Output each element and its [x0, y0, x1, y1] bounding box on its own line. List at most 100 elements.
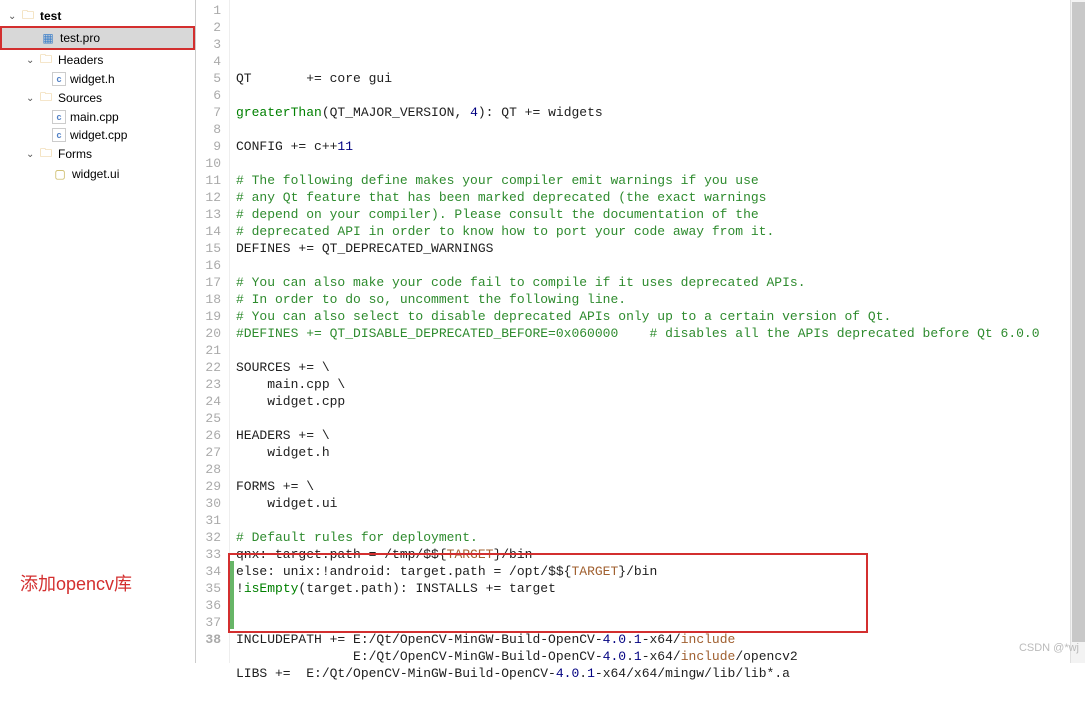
line-number: 33	[196, 546, 221, 563]
tree-file-main-cpp[interactable]: c main.cpp	[0, 108, 195, 126]
code-line[interactable]: FORMS += \	[236, 478, 1085, 495]
line-number: 27	[196, 444, 221, 461]
code-line[interactable]: SOURCES += \	[236, 359, 1085, 376]
code-line[interactable]: E:/Qt/OpenCV-MinGW-Build-OpenCV-4.0.1-x6…	[236, 648, 1085, 665]
code-line[interactable]: DEFINES += QT_DEPRECATED_WARNINGS	[236, 240, 1085, 257]
project-tree: ⌄ 🗀 test ▦ test.pro ⌄ 🗀 Headers c widget…	[0, 0, 196, 663]
code-line[interactable]	[236, 512, 1085, 529]
chevron-down-icon: ⌄	[26, 149, 38, 160]
line-number: 16	[196, 257, 221, 274]
code-line[interactable]: widget.h	[236, 444, 1085, 461]
code-line[interactable]: LIBS += E:/Qt/OpenCV-MinGW-Build-OpenCV-…	[236, 665, 1085, 682]
line-number: 5	[196, 70, 221, 87]
line-number: 4	[196, 53, 221, 70]
code-line[interactable]: # deprecated API in order to know how to…	[236, 223, 1085, 240]
tree-file-widget-ui[interactable]: ▢ widget.ui	[0, 164, 195, 184]
code-line[interactable]	[236, 682, 1085, 699]
tree-label: widget.ui	[72, 167, 119, 181]
code-line[interactable]	[236, 410, 1085, 427]
code-line[interactable]: else: unix:!android: target.path = /opt/…	[236, 563, 1085, 580]
watermark: CSDN @*wj	[1019, 640, 1079, 657]
tree-label: widget.cpp	[70, 128, 127, 142]
line-number: 32	[196, 529, 221, 546]
line-number: 12	[196, 189, 221, 206]
line-number: 22	[196, 359, 221, 376]
line-number: 25	[196, 410, 221, 427]
line-number: 18	[196, 291, 221, 308]
folder-icon: 🗀	[38, 52, 54, 68]
code-line[interactable]: # You can also make your code fail to co…	[236, 274, 1085, 291]
tree-label: Sources	[58, 91, 102, 105]
change-marker-bar	[230, 561, 234, 629]
line-number: 3	[196, 36, 221, 53]
code-area[interactable]: QT += core gui greaterThan(QT_MAJOR_VERS…	[230, 0, 1085, 663]
tree-label: Headers	[58, 53, 103, 67]
line-number: 38	[196, 631, 221, 648]
line-number: 17	[196, 274, 221, 291]
cpp-file-icon: c	[52, 128, 66, 142]
code-line[interactable]: widget.ui	[236, 495, 1085, 512]
line-number: 9	[196, 138, 221, 155]
line-number: 24	[196, 393, 221, 410]
code-line[interactable]: INCLUDEPATH += E:/Qt/OpenCV-MinGW-Build-…	[236, 631, 1085, 648]
line-number: 20	[196, 325, 221, 342]
code-line[interactable]: # The following define makes your compil…	[236, 172, 1085, 189]
code-line[interactable]: QT += core gui	[236, 70, 1085, 87]
code-line[interactable]: widget.cpp	[236, 393, 1085, 410]
code-line[interactable]: !isEmpty(target.path): INSTALLS += targe…	[236, 580, 1085, 597]
tree-label: Forms	[58, 147, 92, 161]
code-line[interactable]: # Default rules for deployment.	[236, 529, 1085, 546]
line-number: 37	[196, 614, 221, 631]
tree-file-widget-h[interactable]: c widget.h	[0, 70, 195, 88]
code-line[interactable]: # In order to do so, uncomment the follo…	[236, 291, 1085, 308]
chevron-down-icon: ⌄	[26, 93, 38, 104]
line-number: 19	[196, 308, 221, 325]
line-number: 10	[196, 155, 221, 172]
line-number: 1	[196, 2, 221, 19]
folder-icon: 🗀	[20, 8, 36, 24]
code-line[interactable]	[236, 257, 1085, 274]
scrollbar-thumb[interactable]	[1072, 2, 1085, 642]
code-line[interactable]: greaterThan(QT_MAJOR_VERSION, 4): QT += …	[236, 104, 1085, 121]
tree-label: test.pro	[60, 31, 100, 45]
code-line[interactable]	[236, 699, 1085, 716]
tree-folder-headers[interactable]: ⌄ 🗀 Headers	[0, 50, 195, 70]
line-number: 30	[196, 495, 221, 512]
chevron-down-icon: ⌄	[26, 55, 38, 66]
tree-folder-forms[interactable]: ⌄ 🗀 Forms	[0, 144, 195, 164]
folder-icon: 🗀	[38, 146, 54, 162]
scrollbar-vertical[interactable]	[1070, 0, 1085, 663]
line-number: 28	[196, 461, 221, 478]
code-editor[interactable]: 1234567891011121314151617181920212223242…	[196, 0, 1085, 663]
code-line[interactable]	[236, 597, 1085, 614]
code-line[interactable]	[236, 121, 1085, 138]
code-line[interactable]: #DEFINES += QT_DISABLE_DEPRECATED_BEFORE…	[236, 325, 1085, 342]
line-number: 29	[196, 478, 221, 495]
code-line[interactable]: CONFIG += c++11	[236, 138, 1085, 155]
code-line[interactable]: # You can also select to disable depreca…	[236, 308, 1085, 325]
code-line[interactable]	[236, 461, 1085, 478]
code-line[interactable]: # depend on your compiler). Please consu…	[236, 206, 1085, 223]
chevron-down-icon: ⌄	[8, 11, 20, 22]
code-line[interactable]: main.cpp \	[236, 376, 1085, 393]
tree-root-test[interactable]: ⌄ 🗀 test	[0, 6, 195, 26]
tree-file-test-pro[interactable]: ▦ test.pro	[0, 26, 195, 50]
tree-folder-sources[interactable]: ⌄ 🗀 Sources	[0, 88, 195, 108]
code-line[interactable]	[236, 87, 1085, 104]
tree-label: test	[40, 9, 61, 23]
line-number: 26	[196, 427, 221, 444]
line-number: 35	[196, 580, 221, 597]
ui-file-icon: ▢	[52, 166, 68, 182]
line-number: 8	[196, 121, 221, 138]
tree-file-widget-cpp[interactable]: c widget.cpp	[0, 126, 195, 144]
code-line[interactable]: # any Qt feature that has been marked de…	[236, 189, 1085, 206]
line-number-gutter: 1234567891011121314151617181920212223242…	[196, 0, 230, 663]
code-line[interactable]	[236, 342, 1085, 359]
code-line[interactable]	[236, 155, 1085, 172]
code-line[interactable]: qnx: target.path = /tmp/$${TARGET}/bin	[236, 546, 1085, 563]
header-file-icon: c	[52, 72, 66, 86]
line-number: 2	[196, 19, 221, 36]
code-line[interactable]: HEADERS += \	[236, 427, 1085, 444]
code-line[interactable]	[236, 614, 1085, 631]
line-number: 15	[196, 240, 221, 257]
